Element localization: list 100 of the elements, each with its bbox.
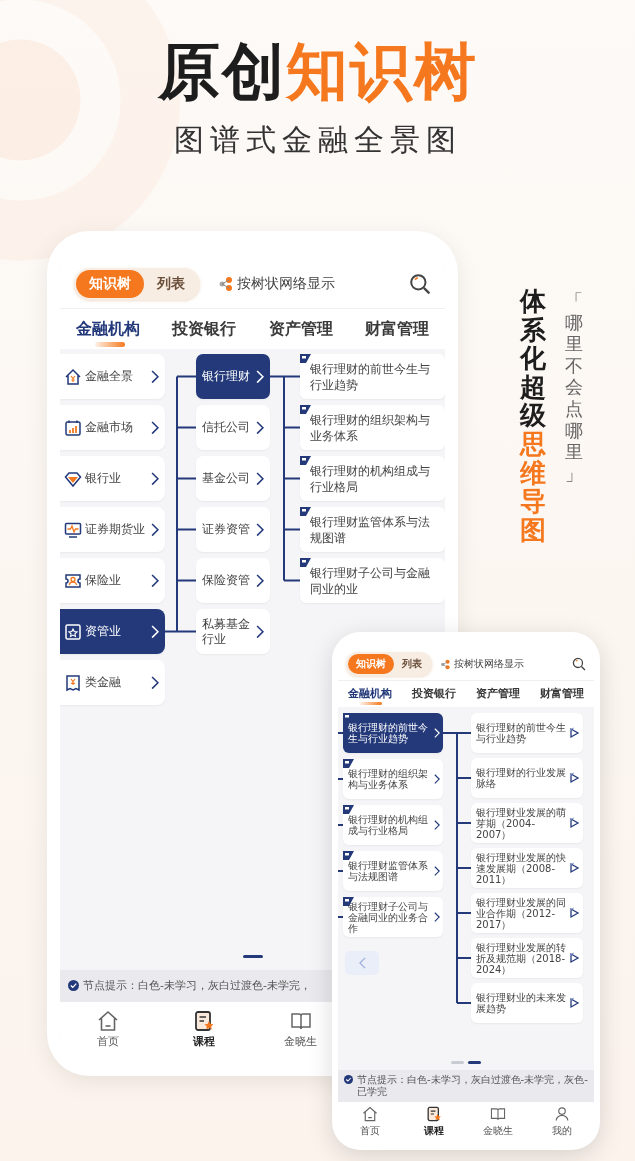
- search-icon[interactable]: [409, 273, 431, 295]
- chevron-right-icon: [256, 471, 264, 486]
- topic-card[interactable]: 银行理财的机构组成与行业格局: [343, 805, 443, 845]
- network-icon: [218, 276, 234, 292]
- lesson-card[interactable]: 银行理财业发展的转折及规范期（2018-2024）: [471, 938, 583, 978]
- subcategory-item[interactable]: 银行理财: [196, 354, 270, 399]
- chevron-right-icon: [256, 369, 264, 384]
- chevron-right-icon: [151, 420, 159, 435]
- network-view-button[interactable]: 按树状网络显示: [218, 275, 335, 293]
- nav-tab[interactable]: 首页: [97, 1010, 120, 1049]
- chevron-right-icon: [434, 911, 440, 923]
- topic-card[interactable]: 银行理财的前世今生与行业趋势: [300, 354, 445, 399]
- category-item[interactable]: 类金融: [60, 660, 165, 705]
- nav-tab[interactable]: 课程: [193, 1010, 216, 1049]
- subtitle: 图谱式金融全景图: [172, 122, 463, 158]
- category-item[interactable]: 证券期货业: [60, 507, 165, 552]
- tag-icon: [300, 558, 311, 567]
- chevron-right-icon: [256, 573, 264, 588]
- category-tab[interactable]: 投资银行: [170, 313, 239, 349]
- tag-icon: [300, 507, 311, 516]
- subcategory-item[interactable]: 证券资管: [196, 507, 270, 552]
- id-card-icon: [64, 571, 82, 590]
- category-tab[interactable]: 金融机构: [74, 313, 143, 349]
- home-icon: [97, 1010, 120, 1032]
- lesson-card[interactable]: 银行理财业发展的萌芽期（2004-2007）: [471, 803, 583, 843]
- category-tab[interactable]: 投资银行: [410, 683, 458, 707]
- chevron-right-icon: [256, 624, 264, 639]
- subcategory-item[interactable]: 基金公司: [196, 456, 270, 501]
- diamond-icon: [64, 469, 82, 488]
- chevron-right-icon: [151, 471, 159, 486]
- network-icon: [440, 658, 451, 670]
- check-circle-icon: [68, 980, 79, 991]
- topic-card[interactable]: 银行理财监管体系与法规图谱: [343, 851, 443, 891]
- person-icon: [554, 1106, 570, 1122]
- house-icon: [64, 367, 82, 386]
- category-tab[interactable]: 财富管理: [362, 313, 431, 349]
- tag-icon: [300, 354, 311, 363]
- headline: 原创知识树: [156, 36, 479, 108]
- chevron-right-icon: [434, 727, 440, 739]
- search-icon[interactable]: [572, 657, 586, 671]
- subcategory-item[interactable]: 私募基金行业: [196, 609, 270, 654]
- calendar-icon: [64, 418, 82, 437]
- tag-icon: [300, 456, 311, 465]
- slogan-text: 思维导图: [520, 429, 546, 545]
- chevron-right-icon: [256, 522, 264, 537]
- topic-card[interactable]: 银行理财监管体系与法规图谱: [300, 507, 445, 552]
- view-toggle-option[interactable]: 列表: [394, 654, 430, 674]
- lesson-card[interactable]: 银行理财的前世今生与行业趋势: [471, 713, 583, 753]
- category-tab[interactable]: 金融机构: [346, 683, 394, 707]
- nav-tab[interactable]: 金晓生: [284, 1010, 318, 1049]
- chevron-right-icon: [434, 865, 440, 877]
- receipt-icon: [64, 673, 82, 692]
- monitor-icon: [64, 520, 82, 539]
- category-tab[interactable]: 资产管理: [266, 313, 335, 349]
- chevron-right-icon: [151, 522, 159, 537]
- subcategory-item[interactable]: 信托公司: [196, 405, 270, 450]
- category-item[interactable]: 银行业: [60, 456, 165, 501]
- topic-card[interactable]: 银行理财的前世今生与行业趋势: [343, 713, 443, 753]
- nav-tab[interactable]: 我的: [552, 1106, 572, 1138]
- topic-card[interactable]: 银行理财子公司与金融同业的业: [300, 558, 445, 603]
- chevron-right-icon: [151, 675, 159, 690]
- tag-icon: [343, 805, 354, 814]
- lesson-card[interactable]: 银行理财业发展的同业合作期（2012-2017）: [471, 893, 583, 933]
- topic-card[interactable]: 银行理财子公司与金融同业的业务合作: [343, 897, 443, 937]
- network-view-button[interactable]: 按树状网络显示: [440, 657, 524, 671]
- category-item[interactable]: 金融全景: [60, 354, 165, 399]
- course-icon: [426, 1106, 442, 1122]
- nav-tab[interactable]: 金晓生: [483, 1106, 513, 1138]
- topic-card[interactable]: 银行理财的机构组成与行业格局: [300, 456, 445, 501]
- subcategory-item[interactable]: 保险资管: [196, 558, 270, 603]
- nav-tab[interactable]: 首页: [360, 1106, 380, 1138]
- category-item[interactable]: 资管业: [60, 609, 165, 654]
- home-icon: [362, 1106, 378, 1122]
- book-icon: [490, 1106, 506, 1122]
- category-item[interactable]: 保险业: [60, 558, 165, 603]
- category-item[interactable]: 金融市场: [60, 405, 165, 450]
- topic-card[interactable]: 银行理财的组织架构与业务体系: [343, 759, 443, 799]
- tag-icon: [343, 759, 354, 768]
- topic-card[interactable]: 银行理财的组织架构与业务体系: [300, 405, 445, 450]
- chevron-right-icon: [434, 773, 440, 785]
- nav-tab[interactable]: 课程: [424, 1106, 444, 1138]
- chevron-left-icon: [358, 957, 366, 969]
- category-tab[interactable]: 资产管理: [474, 683, 522, 707]
- chevron-right-icon: [151, 369, 159, 384]
- chevron-right-icon: [151, 624, 159, 639]
- lesson-card[interactable]: 银行理财的行业发展脉络: [471, 758, 583, 798]
- slogan-text: 体系化超级: [520, 287, 546, 430]
- lesson-card[interactable]: 银行理财业发展的快速发展期（2008-2011）: [471, 848, 583, 888]
- lesson-card[interactable]: 银行理财业的未来发展趋势: [471, 983, 583, 1023]
- category-tab[interactable]: 财富管理: [538, 683, 586, 707]
- chevron-right-icon: [151, 573, 159, 588]
- chevron-right-icon: [434, 819, 440, 831]
- star-box-icon: [64, 622, 82, 641]
- tag-icon: [343, 713, 354, 722]
- view-toggle-option[interactable]: 列表: [144, 270, 198, 298]
- chevron-right-icon: [256, 420, 264, 435]
- course-icon: [193, 1010, 216, 1032]
- hint-text: 节点提示：白色-未学习，灰白过渡色-未学完，灰色-已学完: [357, 1074, 588, 1098]
- hint-text: 节点提示：白色-未学习，灰白过渡色-未学完，: [83, 979, 311, 993]
- slogan-aside: 「哪里不会点哪里」: [564, 289, 584, 486]
